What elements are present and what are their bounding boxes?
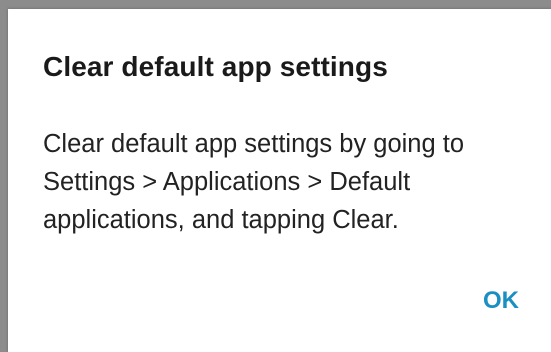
dialog-title: Clear default app settings [43, 51, 388, 82]
alert-dialog: Clear default app settings Clear default… [8, 9, 551, 352]
ok-button[interactable]: OK [479, 283, 523, 319]
dialog-message: Clear default app settings by going to S… [43, 130, 465, 234]
